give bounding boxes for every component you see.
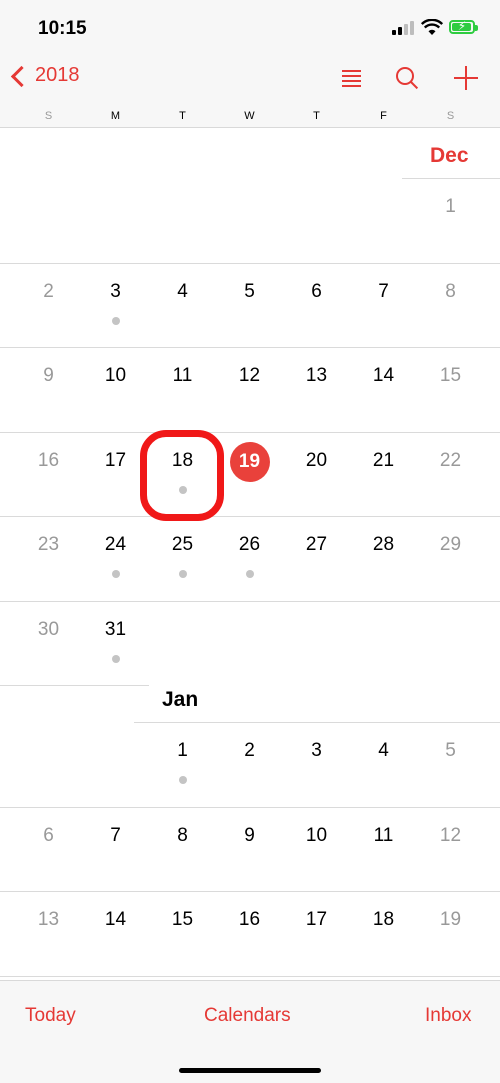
day-cell[interactable]: 11 [149,365,216,387]
day-cell[interactable]: 19 [417,909,484,931]
add-icon[interactable] [452,64,480,92]
day-cell[interactable]: 6 [283,281,350,303]
month-label: Dec [430,144,469,167]
day-cell[interactable]: 12 [417,825,484,847]
day-cell[interactable]: 15 [149,909,216,931]
weekday-header: S M T W T F S [0,110,500,124]
search-icon[interactable] [393,64,421,92]
day-cell[interactable]: 4 [350,740,417,762]
day-cell[interactable]: 27 [283,534,350,556]
week-separator [0,975,500,977]
week-separator [0,891,500,892]
event-dot [111,654,120,663]
day-cell[interactable]: 22 [417,450,484,472]
day-cell[interactable]: 7 [350,281,417,303]
week-separator [0,431,500,433]
day-cell[interactable]: 10 [283,825,350,847]
weekday-label: S [44,110,53,122]
day-cell[interactable]: 13 [15,909,82,931]
day-cell[interactable]: 28 [350,534,417,556]
day-cell[interactable]: 16 [216,909,283,931]
day-cell[interactable]: 25 [149,534,216,556]
day-cell[interactable]: 7 [82,825,149,847]
day-cell[interactable]: 30 [15,619,82,641]
day-cell[interactable]: 6 [15,825,82,847]
day-cell[interactable]: 26 [216,534,283,556]
day-cell[interactable]: 3 [283,740,350,762]
weekday-label: W [244,110,255,122]
chevron-left-icon [10,65,33,88]
weekday-label: M [110,110,121,122]
event-dot [178,570,187,578]
list-view-icon[interactable] [338,64,366,92]
highlight-annotation [140,430,224,521]
day-cell[interactable]: 9 [15,365,82,387]
week-separator [134,722,500,723]
day-cell[interactable]: 21 [350,450,417,472]
day-cell[interactable]: 23 [15,534,82,556]
event-dot [111,570,120,578]
weekday-label: F [380,110,387,122]
cellular-signal-icon [392,21,414,35]
day-cell[interactable]: 29 [417,534,484,556]
day-cell[interactable]: 20 [283,450,350,472]
weekday-label: T [313,110,320,122]
day-cell[interactable]: 5 [417,740,484,762]
day-cell[interactable]: 31 [82,619,149,641]
day-cell[interactable]: 13 [283,365,350,387]
week-separator [0,347,500,348]
event-dot [111,316,120,325]
battery-icon: ⚡ [449,19,478,34]
day-cell[interactable]: 4 [149,281,216,303]
day-cell[interactable]: 17 [283,909,350,931]
day-cell[interactable]: 9 [216,825,283,847]
calendars-button[interactable]: Calendars [204,1005,291,1027]
today-button[interactable]: Today [25,1005,76,1027]
day-cell[interactable]: 8 [149,825,216,847]
day-cell[interactable]: 11 [350,825,417,847]
day-cell[interactable]: 2 [15,281,82,303]
week-separator [0,600,500,602]
day-cell[interactable]: 18 [350,909,417,931]
home-indicator [179,1068,321,1073]
day-cell[interactable]: 15 [417,365,484,387]
week-separator [0,806,500,808]
week-separator [402,178,500,179]
day-cell[interactable]: 16 [15,450,82,472]
day-cell[interactable]: 14 [82,909,149,931]
day-cell[interactable]: 12 [216,365,283,387]
day-cell[interactable]: 5 [216,281,283,303]
week-separator [0,685,149,686]
week-separator [0,262,500,264]
day-cell[interactable]: 3 [82,281,149,303]
day-cell[interactable]: 1 [149,740,216,762]
day-cell[interactable]: 8 [417,281,484,303]
day-cell[interactable]: 10 [82,365,149,387]
status-time: 10:15 [38,18,87,39]
event-dot [245,570,254,578]
today-marker[interactable]: 19 [229,441,270,482]
weekday-label: S [446,110,455,122]
event-dot [178,776,187,784]
week-separator [0,516,500,517]
weekday-label: T [179,110,186,122]
back-label: 2018 [35,64,80,86]
top-bar: 10:15 ⚡ 2018 S M T W T F S [0,0,500,128]
day-cell[interactable]: 2 [216,740,283,762]
inbox-button[interactable]: Inbox [425,1005,471,1027]
back-button[interactable]: 2018 [10,64,80,88]
day-cell[interactable]: 24 [82,534,149,556]
day-cell[interactable]: 1 [417,196,484,218]
day-cell[interactable]: 14 [350,365,417,387]
wifi-icon [421,19,443,35]
month-label: Jan [162,688,199,711]
day-cell[interactable]: 17 [82,450,149,472]
